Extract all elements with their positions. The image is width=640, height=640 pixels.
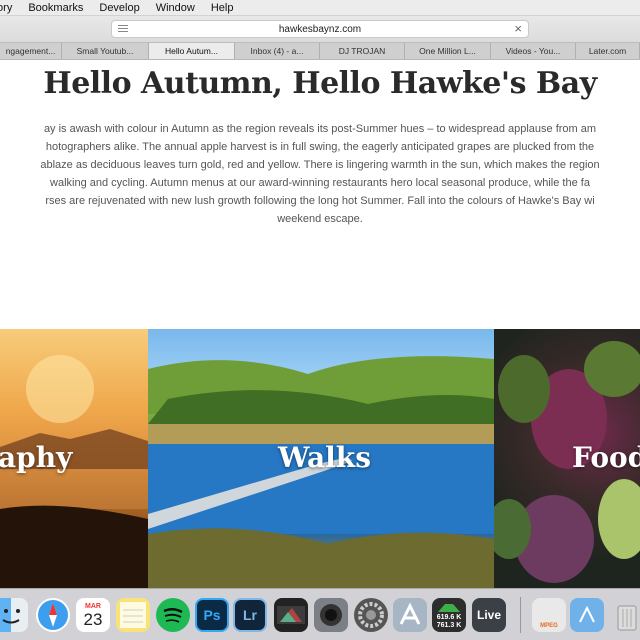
- istat-menus-icon[interactable]: 619.6 K 761.3 K: [432, 598, 466, 632]
- tab-bar: ngagement... Small Youtub... Hello Autum…: [0, 42, 640, 60]
- menu-window[interactable]: Window: [148, 2, 203, 14]
- final-cut-icon[interactable]: [274, 598, 308, 632]
- tab-inbox[interactable]: Inbox (4) - a...: [235, 43, 320, 59]
- tab-one-million[interactable]: One Million L...: [405, 43, 491, 59]
- menu-help[interactable]: Help: [203, 2, 242, 14]
- calendar-icon[interactable]: MAR 23: [76, 598, 110, 632]
- web-page: Hello Autumn, Hello Hawke's Bay ay is aw…: [0, 60, 640, 588]
- menu-bookmarks[interactable]: Bookmarks: [20, 2, 91, 14]
- menu-history[interactable]: tory: [0, 2, 20, 14]
- close-icon[interactable]: ×: [514, 22, 522, 36]
- ableton-live-icon[interactable]: Live: [472, 598, 506, 632]
- safari-icon[interactable]: [36, 598, 70, 632]
- mpeg-document-icon[interactable]: MPEG: [532, 598, 566, 632]
- intro-line: ablaze as deciduous leaves turn gold, re…: [40, 159, 600, 171]
- download-speed: 761.3 K: [436, 622, 462, 629]
- intro-line: hotographers alike. The annual apple har…: [45, 141, 595, 153]
- lightroom-icon[interactable]: Lr: [233, 598, 267, 632]
- browser-toolbar: hawkesbaynz.com ×: [0, 16, 640, 42]
- card-label: aphy: [0, 441, 73, 474]
- intro-paragraph: ay is awash with colour in Autumn as the…: [0, 120, 640, 228]
- spotify-icon[interactable]: [156, 598, 190, 632]
- tab-later[interactable]: Later.com: [576, 43, 640, 59]
- intro-line: weekend escape.: [277, 213, 363, 225]
- card-walks[interactable]: Walks: [148, 329, 494, 588]
- photoshop-icon[interactable]: Ps: [195, 598, 229, 632]
- mpeg-label: MPEG: [540, 623, 558, 629]
- tab-videos-youtube[interactable]: Videos - You...: [491, 43, 576, 59]
- system-preferences-icon[interactable]: [354, 598, 388, 632]
- photo-booth-icon[interactable]: [314, 598, 348, 632]
- app-store-icon[interactable]: [393, 598, 427, 632]
- intro-line: rses are rejuvenated with new lush growt…: [45, 195, 595, 207]
- dock-separator: [520, 597, 521, 633]
- category-cards: aphy Walks Food: [0, 329, 640, 588]
- page-title: Hello Autumn, Hello Hawke's Bay: [43, 66, 597, 101]
- card-label: Food: [572, 441, 640, 474]
- notes-icon[interactable]: [116, 598, 150, 632]
- tab-hello-autumn[interactable]: Hello Autum...: [149, 43, 235, 59]
- finder-icon[interactable]: [0, 598, 28, 632]
- trash-icon[interactable]: [610, 598, 640, 632]
- intro-line: walking and cycling. Autumn menus at our…: [50, 177, 590, 189]
- reader-icon[interactable]: [118, 25, 128, 33]
- calendar-day: 23: [83, 609, 103, 629]
- card-label: Walks: [278, 441, 371, 474]
- tab-dj-trojan[interactable]: DJ TROJAN: [320, 43, 405, 59]
- dock: MAR 23 Ps Lr 619.6 K 761.3 K Live MPEG: [0, 588, 640, 640]
- menu-bar: tory Bookmarks Develop Window Help: [0, 0, 640, 16]
- menu-develop[interactable]: Develop: [91, 2, 147, 14]
- upload-speed: 619.6 K: [436, 614, 462, 621]
- tab-small-youtube[interactable]: Small Youtub...: [62, 43, 149, 59]
- intro-line: ay is awash with colour in Autumn as the…: [43, 123, 597, 135]
- card-photography[interactable]: aphy: [0, 329, 148, 588]
- applications-folder-icon[interactable]: [570, 598, 604, 632]
- card-food[interactable]: Food: [494, 329, 640, 588]
- address-bar[interactable]: hawkesbaynz.com ×: [111, 20, 529, 38]
- address-text[interactable]: hawkesbaynz.com: [279, 24, 361, 35]
- tab-engagement[interactable]: ngagement...: [0, 43, 62, 59]
